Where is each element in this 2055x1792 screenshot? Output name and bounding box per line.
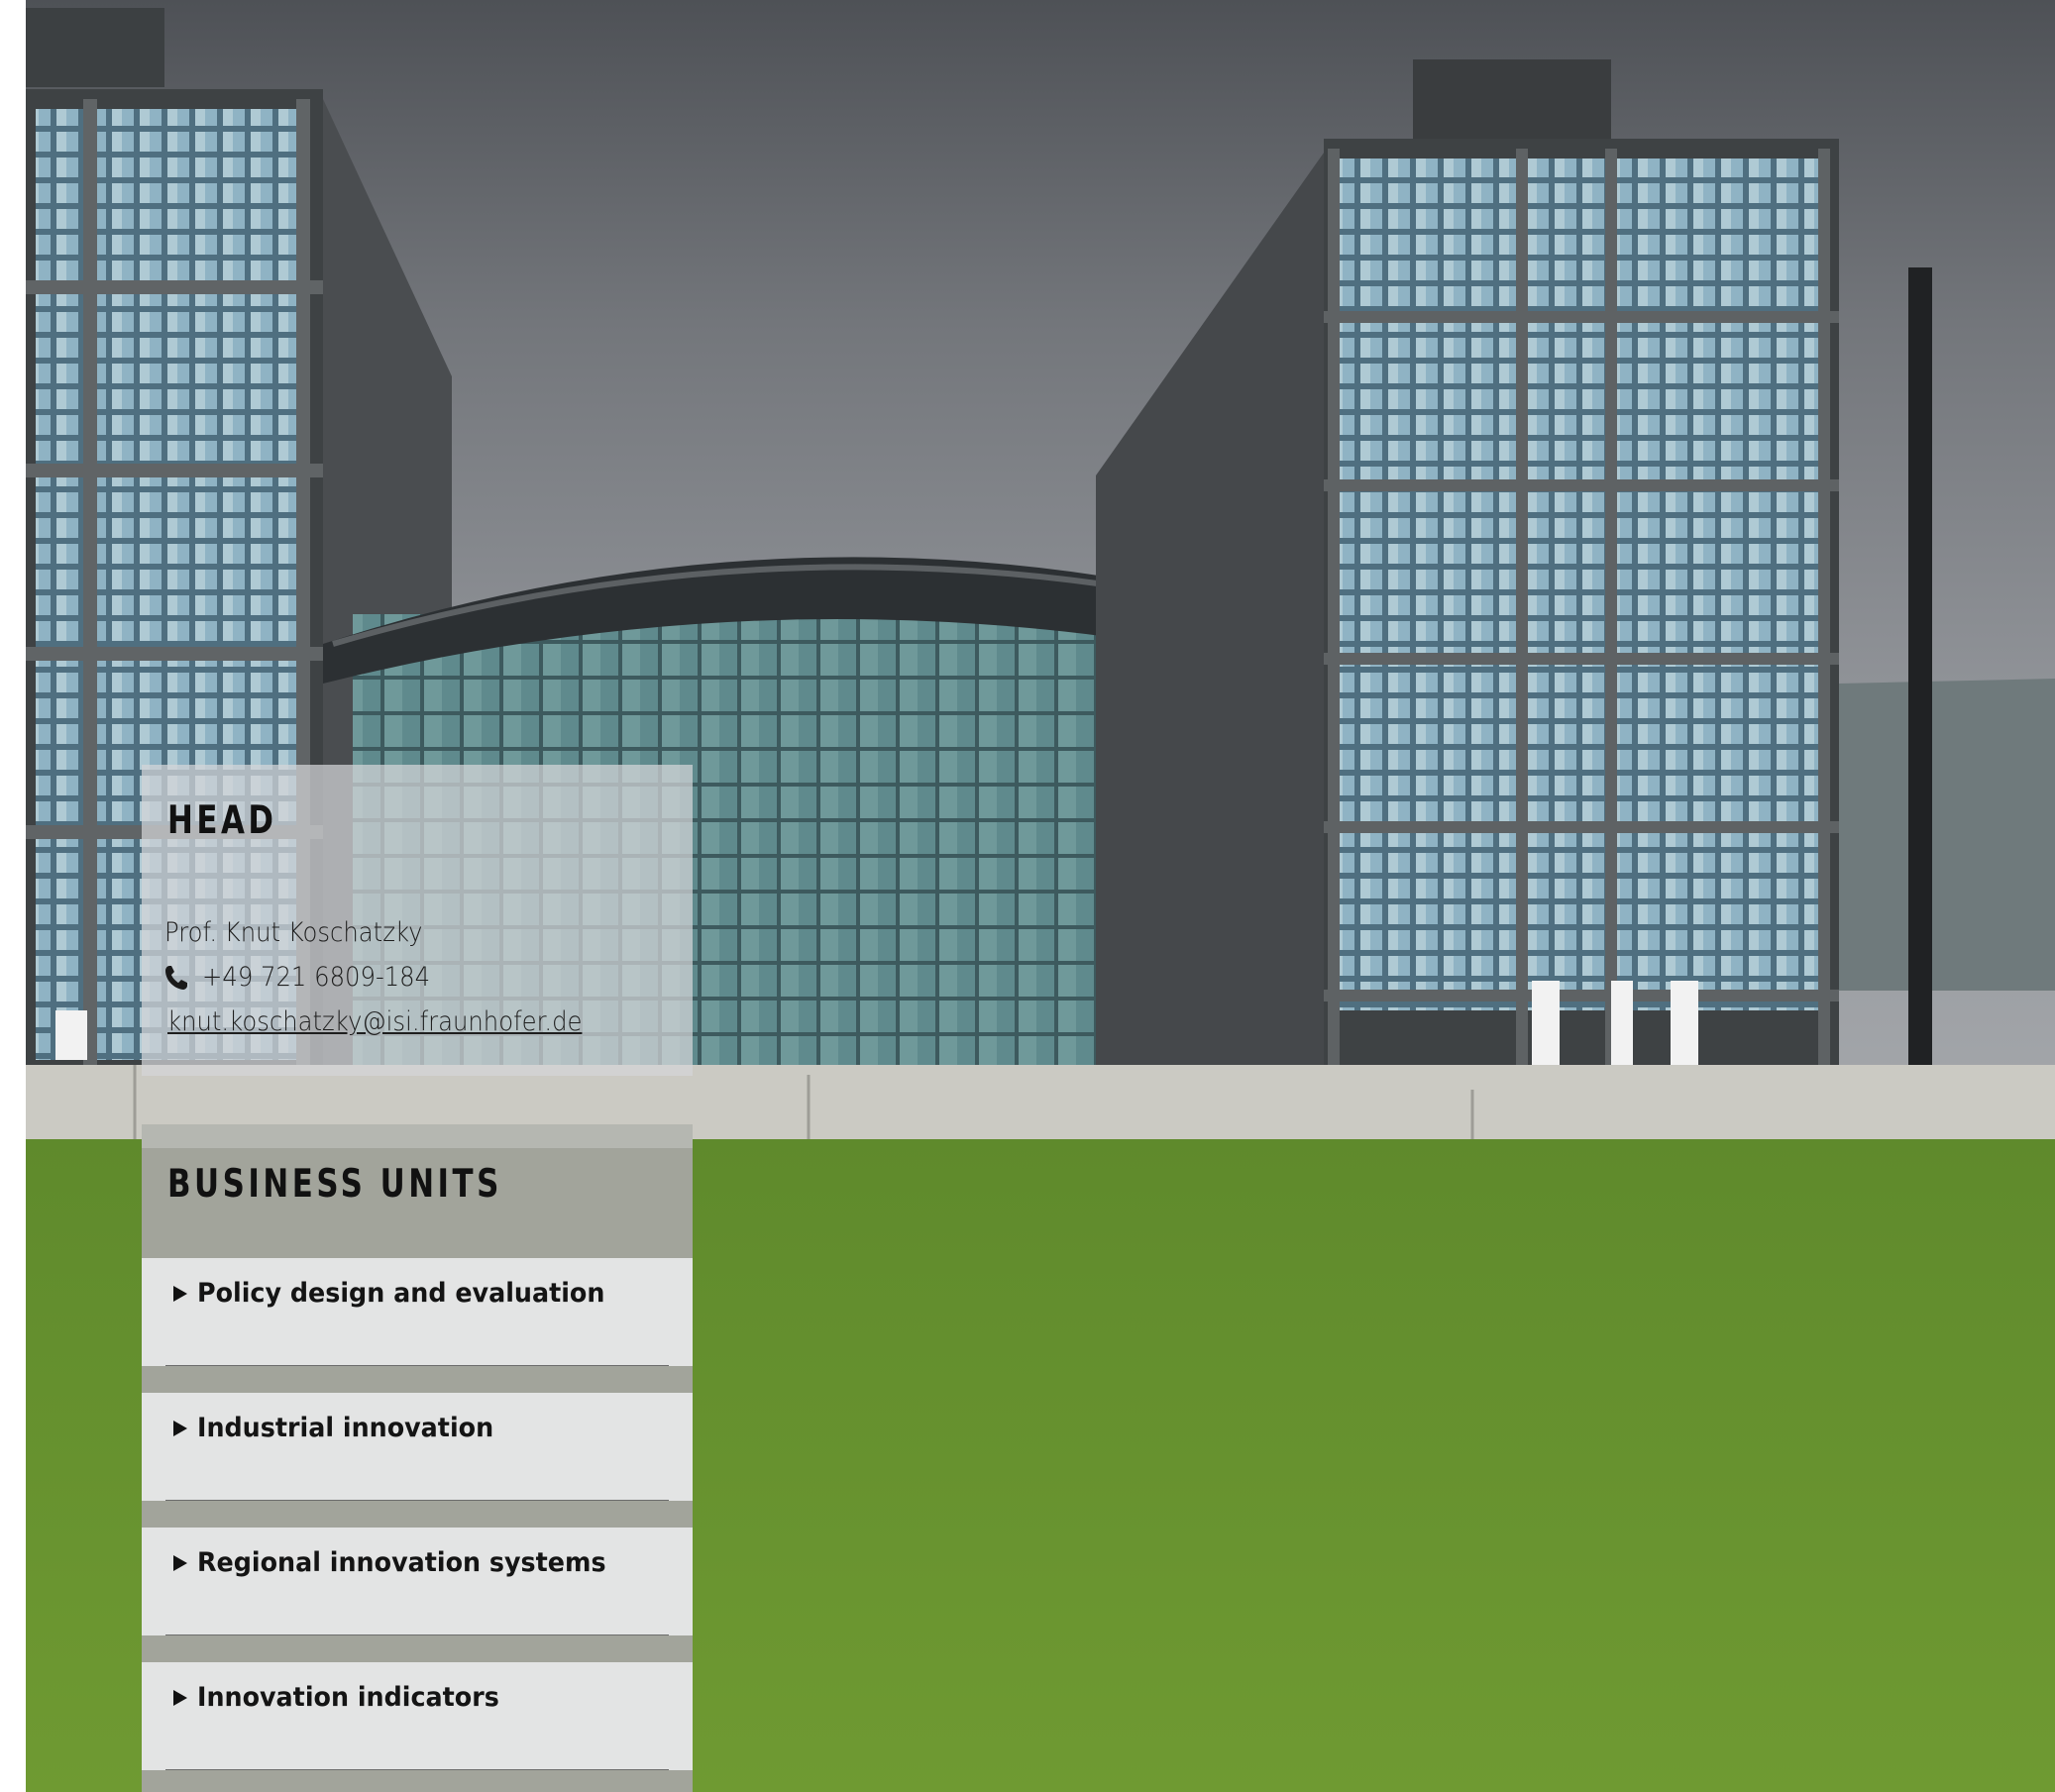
triangle-right-icon <box>173 1286 187 1302</box>
email-link[interactable]: knut.koschatzky@isi.fraunhofer.de <box>167 1006 582 1037</box>
business-unit-label: Policy design and evaluation <box>197 1278 605 1309</box>
head-panel: HEAD Prof. Knut Koschatzky +49 721 6809-… <box>142 765 693 1076</box>
triangle-right-icon <box>173 1690 187 1706</box>
triangle-right-icon <box>173 1555 187 1571</box>
business-unit-label: Industrial innovation <box>197 1413 494 1443</box>
triangle-right-icon <box>173 1421 187 1436</box>
business-units-panel: BUSINESS UNITS Policy design and evaluat… <box>142 1124 693 1792</box>
contact-phone[interactable]: +49 721 6809-184 <box>164 962 456 993</box>
business-unit-label: Regional innovation systems <box>197 1547 606 1578</box>
business-unit-label: Innovation indicators <box>197 1682 499 1713</box>
contact-name: Prof. Knut Koschatzky <box>164 917 423 948</box>
business-unit-innovation-indicators[interactable]: Innovation indicators <box>142 1662 693 1770</box>
business-units-title: BUSINESS UNITS <box>167 1162 502 1207</box>
business-unit-industrial-innovation[interactable]: Industrial innovation <box>142 1393 693 1501</box>
phone-number: +49 721 6809-184 <box>202 962 431 993</box>
business-unit-policy-design[interactable]: Policy design and evaluation <box>142 1258 693 1366</box>
phone-icon <box>165 965 187 990</box>
head-title: HEAD <box>167 798 277 843</box>
business-units-list: Policy design and evaluation Industrial … <box>142 1258 693 1792</box>
business-unit-regional-innovation[interactable]: Regional innovation systems <box>142 1528 693 1635</box>
